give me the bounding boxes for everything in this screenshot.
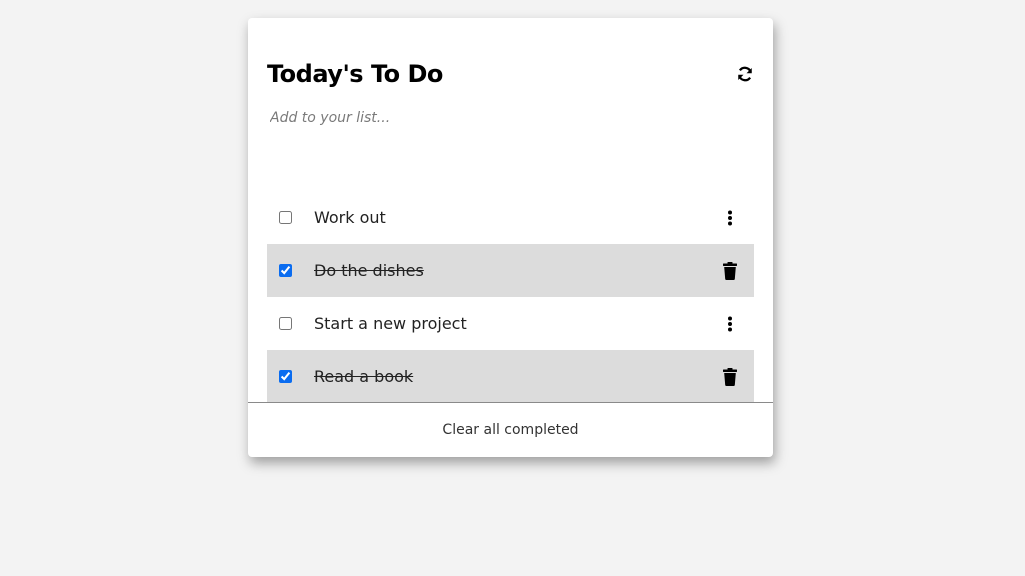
todo-label: Work out — [314, 208, 386, 227]
trash-icon[interactable] — [720, 367, 740, 387]
page-title: Today's To Do — [267, 60, 443, 88]
todo-checkbox[interactable] — [279, 370, 292, 383]
more-vertical-icon[interactable] — [720, 314, 740, 334]
todo-card: Today's To Do Work out — [248, 18, 773, 457]
todo-item: Start a new project — [267, 297, 754, 350]
trash-icon[interactable] — [720, 261, 740, 281]
todo-item: Read a book — [267, 350, 754, 403]
todo-list: Work out Do the dishes Start a new proje… — [267, 191, 754, 403]
more-vertical-icon[interactable] — [720, 208, 740, 228]
todo-checkbox[interactable] — [279, 317, 292, 330]
todo-header: Today's To Do — [267, 56, 755, 92]
todo-label: Read a book — [314, 367, 414, 386]
refresh-icon[interactable] — [735, 64, 755, 84]
todo-label: Start a new project — [314, 314, 467, 333]
todo-checkbox[interactable] — [279, 211, 292, 224]
add-todo-input[interactable] — [267, 106, 755, 130]
clear-completed-button[interactable]: Clear all completed — [248, 403, 773, 457]
todo-item: Work out — [267, 191, 754, 244]
todo-item: Do the dishes — [267, 244, 754, 297]
todo-label: Do the dishes — [314, 261, 424, 280]
todo-checkbox[interactable] — [279, 264, 292, 277]
